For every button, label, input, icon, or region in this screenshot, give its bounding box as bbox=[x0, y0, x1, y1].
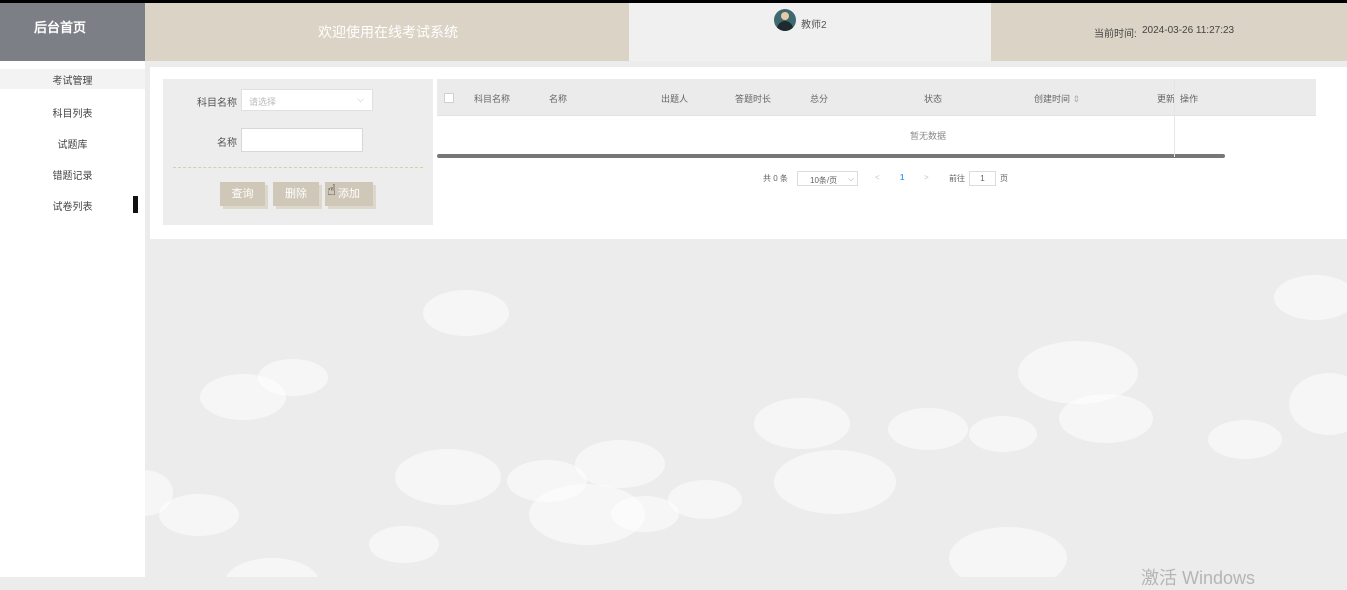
sidebar-item-label: 考试管理 bbox=[52, 76, 93, 87]
welcome-banner: 欢迎使用在线考试系统 bbox=[145, 3, 629, 61]
bubble bbox=[369, 526, 439, 563]
time-label: 当前时间: bbox=[1094, 29, 1137, 40]
chevron-down-icon: ⌵ bbox=[848, 174, 855, 183]
username[interactable]: 教师2 bbox=[801, 16, 827, 31]
active-indicator bbox=[133, 196, 138, 213]
search-form: 科目名称 请选择 ⌵ 名称 查询 删除 添加 ☝ bbox=[163, 79, 433, 225]
page-unit: 页 bbox=[1000, 174, 1008, 183]
avatar-head bbox=[781, 12, 789, 20]
prev-page-icon[interactable]: < bbox=[875, 173, 880, 182]
bubble bbox=[575, 440, 665, 488]
name-label: 名称 bbox=[217, 138, 237, 149]
sidebar-item-paper-list[interactable]: 试卷列表 bbox=[0, 195, 145, 215]
chevron-down-icon: ⌵ bbox=[357, 94, 364, 104]
logo-text: 后台首页 bbox=[34, 20, 87, 35]
bubble bbox=[774, 450, 896, 514]
bubble bbox=[754, 398, 850, 449]
goto-page-input[interactable]: 1 bbox=[969, 171, 996, 186]
horizontal-scrollbar[interactable] bbox=[437, 154, 1225, 158]
bubble bbox=[423, 290, 509, 336]
home-link[interactable]: 后台首页 bbox=[0, 3, 145, 61]
col-total-score: 总分 bbox=[810, 94, 829, 104]
bubble bbox=[949, 527, 1067, 577]
query-button[interactable]: 查询 bbox=[220, 182, 265, 206]
select-all-checkbox[interactable] bbox=[444, 93, 454, 103]
avatar-body bbox=[777, 21, 793, 31]
time-value: 2024-03-26 11:27:23 bbox=[1142, 25, 1235, 36]
background-decoration bbox=[145, 240, 1347, 577]
name-input[interactable] bbox=[241, 128, 363, 152]
bubble bbox=[1274, 275, 1347, 320]
header: 后台首页 欢迎使用在线考试系统 教师2 当前时间: 2024-03-26 11:… bbox=[0, 3, 1347, 61]
next-page-icon[interactable]: > bbox=[924, 173, 929, 182]
avatar[interactable] bbox=[774, 9, 796, 31]
bubble bbox=[1208, 420, 1282, 459]
col-updated: 更新 bbox=[1157, 94, 1176, 104]
sidebar-item-label: 试题库 bbox=[57, 140, 88, 151]
bubble bbox=[225, 558, 319, 577]
content-panel: 科目名称 请选择 ⌵ 名称 查询 删除 添加 ☝ 科目名称 名称 出题人 答题时… bbox=[150, 67, 1347, 239]
sidebar-item-exam-management[interactable]: 考试管理 bbox=[0, 69, 145, 89]
sidebar-item-wrong-records[interactable]: 错题记录 bbox=[0, 164, 145, 184]
bubble bbox=[888, 408, 968, 450]
page-size-value: 10条/页 bbox=[810, 176, 838, 185]
subject-select[interactable]: 请选择 ⌵ bbox=[241, 89, 373, 111]
page-size-select[interactable]: 10条/页 ⌵ bbox=[797, 171, 858, 186]
sidebar: 考试管理 科目列表 试题库 错题记录 试卷列表 bbox=[0, 61, 145, 577]
sidebar-item-label: 试卷列表 bbox=[52, 202, 93, 213]
bubble bbox=[395, 449, 501, 505]
sidebar-item-subject-list[interactable]: 科目列表 bbox=[0, 102, 145, 122]
col-name: 名称 bbox=[549, 94, 568, 104]
welcome-text: 欢迎使用在线考试系统 bbox=[318, 24, 458, 40]
sidebar-item-label: 科目列表 bbox=[52, 109, 93, 120]
form-divider bbox=[173, 167, 423, 168]
bubble bbox=[258, 359, 328, 396]
sort-icon[interactable]: ⇕ bbox=[1073, 94, 1081, 104]
subject-placeholder: 请选择 bbox=[249, 97, 277, 107]
bubble bbox=[969, 416, 1037, 452]
col-duration: 答题时长 bbox=[735, 94, 772, 104]
col-creator: 出题人 bbox=[661, 94, 689, 104]
sidebar-item-question-bank[interactable]: 试题库 bbox=[0, 133, 145, 153]
hand-cursor-icon: ☝ bbox=[327, 182, 337, 199]
goto-label: 前往 bbox=[949, 174, 965, 183]
fixed-actions-column bbox=[1174, 79, 1317, 157]
current-page[interactable]: 1 bbox=[900, 173, 904, 182]
bubble bbox=[1059, 394, 1153, 443]
sidebar-item-label: 错题记录 bbox=[52, 171, 93, 182]
col-created-time[interactable]: 创建时间 ⇕ bbox=[1034, 92, 1080, 105]
col-subject-name: 科目名称 bbox=[474, 94, 511, 104]
empty-text: 暂无数据 bbox=[910, 131, 947, 141]
total-count: 共 0 条 bbox=[763, 174, 788, 183]
col-status: 状态 bbox=[924, 94, 943, 104]
col-created-time-label: 创建时间 bbox=[1034, 94, 1071, 104]
user-panel: 教师2 bbox=[629, 3, 991, 61]
bubble bbox=[668, 480, 742, 519]
subject-label: 科目名称 bbox=[197, 98, 237, 109]
bubble bbox=[1289, 373, 1347, 435]
time-panel: 当前时间: 2024-03-26 11:27:23 bbox=[991, 3, 1347, 61]
windows-watermark: 激活 Windows bbox=[1141, 568, 1256, 588]
delete-button[interactable]: 删除 bbox=[273, 182, 319, 206]
